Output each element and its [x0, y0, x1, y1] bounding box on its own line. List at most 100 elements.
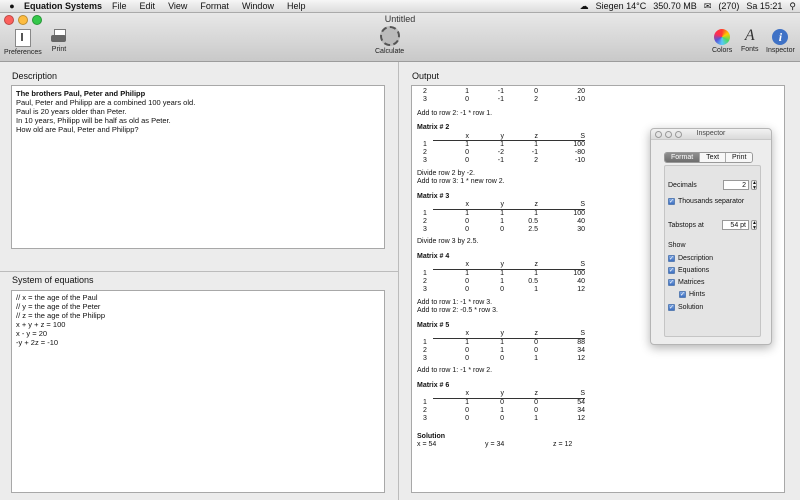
thousands-label: Thousands separator: [678, 198, 745, 205]
matrix-cell: 1: [500, 270, 504, 278]
matrix-cell: 1: [534, 285, 538, 293]
menu-format[interactable]: Format: [200, 1, 229, 11]
show-equations-checkbox[interactable]: ✓: [668, 267, 675, 274]
matrix-cell: 2.5: [528, 225, 538, 233]
clock[interactable]: Sa 15:21: [746, 1, 782, 11]
colors-label: Colors: [712, 47, 733, 54]
inspector-close-button[interactable]: [655, 131, 662, 138]
show-solution-label: Solution: [678, 304, 704, 311]
matrix-cell: 20: [577, 88, 585, 95]
matrix-cell: 12: [577, 285, 585, 293]
matrix-cell: 3: [423, 95, 427, 103]
matrix-cell: 0: [465, 149, 469, 157]
thousands-checkbox[interactable]: ✓: [668, 198, 675, 205]
matrix-cell: 0: [465, 414, 469, 422]
toolbar: Untitled Preferences Print Calculate Col…: [0, 13, 800, 62]
matrix-cell: 1: [500, 406, 504, 414]
matrix-cell: 1: [465, 141, 469, 149]
matrix-cell: 0: [465, 406, 469, 414]
tab-text[interactable]: Text: [699, 153, 726, 162]
description-text-area[interactable]: The brothers Paul, Peter and Philipp Pau…: [11, 85, 385, 249]
matrix-table: x y z S 1 1 1 1 100 2 0 1 0.5 40 3 0 0 2.5 30: [423, 201, 585, 233]
fonts-button[interactable]: A Fonts: [741, 27, 759, 54]
matrix-cell: 0: [534, 399, 538, 407]
matrix-row: 2 0 1 0.5 40: [423, 218, 585, 226]
fonts-icon: A: [744, 27, 755, 44]
print-button[interactable]: Print: [51, 29, 67, 53]
inspector-button[interactable]: i Inspector: [766, 29, 795, 54]
info-icon: i: [772, 29, 789, 45]
matrix-cell: 1: [500, 346, 504, 354]
matrix-cell: 1: [534, 414, 538, 422]
calculate-button[interactable]: Calculate: [375, 26, 404, 55]
tabstops-field[interactable]: 54 pt: [721, 220, 749, 230]
inspector-format-pane: Decimals 2 ▲ ▼ ✓ Thousands separator Tabs…: [664, 165, 761, 337]
matrix-cell: -1: [497, 95, 504, 103]
description-line: In 10 years, Philipp will be half as old…: [16, 116, 171, 125]
show-hints-checkbox[interactable]: ✓: [679, 291, 686, 298]
matrix-row: 1 1 1 0 88: [423, 338, 585, 346]
matrix-header-row: xyzS: [423, 390, 585, 400]
matrix-row: 2 0 1 0 34: [423, 347, 585, 355]
matrix-header-cell: S: [538, 330, 585, 339]
matrix-cell: 12: [577, 354, 585, 362]
inspector-minimize-button[interactable]: [665, 131, 672, 138]
matrix-row: 3 0 -1 2 -10: [423, 96, 585, 104]
decimals-stepper[interactable]: ▲ ▼: [751, 180, 757, 191]
matrix-header-cell: z: [504, 261, 538, 271]
weather-icon[interactable]: ☁: [580, 1, 589, 12]
preferences-button[interactable]: Preferences: [4, 29, 42, 56]
matrix-cell: 0: [465, 354, 469, 362]
matrix-cell: 2: [423, 346, 427, 354]
apple-icon[interactable]: ●: [6, 1, 18, 11]
matrix-cell: 100: [573, 270, 585, 278]
menu-view[interactable]: View: [168, 1, 187, 11]
matrix-row: 3 0 0 2.5 30: [423, 226, 585, 234]
tab-format[interactable]: Format: [665, 153, 700, 162]
decimals-label: Decimals: [668, 181, 697, 189]
show-solution-checkbox[interactable]: ✓: [668, 304, 675, 311]
show-description-checkbox[interactable]: ✓: [668, 255, 675, 262]
search-icon[interactable]: ⚲: [789, 1, 796, 12]
mail-count[interactable]: (270): [718, 1, 739, 11]
show-matrices-row: ✓ Matrices: [668, 279, 704, 286]
show-matrices-checkbox[interactable]: ✓: [668, 279, 675, 286]
inspector-titlebar[interactable]: Inspector: [651, 129, 771, 140]
matrix-cell: 2: [423, 278, 427, 286]
show-hints-label: Hints: [689, 291, 705, 298]
memory-status[interactable]: 350.70 MB: [653, 1, 697, 11]
menu-edit[interactable]: Edit: [140, 1, 156, 11]
matrix-row: 2 0 1 0.5 40: [423, 278, 585, 286]
matrix-cell: -80: [574, 149, 585, 157]
matrix-block: Matrix # 6 x y z S 1 1 0 0 54 2 0 1 0 34 3 0 0 1 12: [417, 382, 784, 423]
matrix-header-cell: [423, 330, 433, 338]
matrix-cell: 0: [500, 354, 504, 362]
mail-icon[interactable]: ✉: [704, 1, 712, 12]
decimals-field[interactable]: 2: [723, 180, 749, 190]
matrix-cell: 1: [534, 270, 538, 278]
matrix-header-cell: [423, 133, 433, 141]
equations-text-area[interactable]: // x = the age of the Paul // y = the ag…: [11, 290, 385, 493]
matrix-cell: 34: [577, 406, 585, 414]
app-menu[interactable]: Equation Systems: [24, 1, 102, 11]
matrix-row: 1 1 1 1 100: [423, 210, 585, 218]
matrix-header-cell: S: [538, 201, 585, 211]
horizontal-split-divider[interactable]: [0, 271, 398, 272]
weather-status[interactable]: Siegen 14°C: [596, 1, 647, 11]
matrix-cell: 0: [534, 346, 538, 354]
colors-button[interactable]: Colors: [712, 29, 732, 54]
matrix-header-cell: z: [504, 330, 538, 339]
matrix-cell: 0: [465, 217, 469, 225]
show-description-row: ✓ Description: [668, 255, 713, 262]
matrix-header-cell: y: [469, 261, 504, 271]
tabstops-stepper[interactable]: ▲ ▼: [751, 220, 757, 231]
menu-window[interactable]: Window: [242, 1, 274, 11]
menu-file[interactable]: File: [112, 1, 127, 11]
matrix-header-cell: [423, 201, 433, 209]
matrix-cell: 3: [423, 285, 427, 293]
inspector-zoom-button[interactable]: [675, 131, 682, 138]
vertical-split-divider[interactable]: [398, 62, 399, 500]
menu-help[interactable]: Help: [287, 1, 306, 11]
matrix-cell: 1: [465, 270, 469, 278]
tab-print[interactable]: Print: [725, 153, 753, 162]
